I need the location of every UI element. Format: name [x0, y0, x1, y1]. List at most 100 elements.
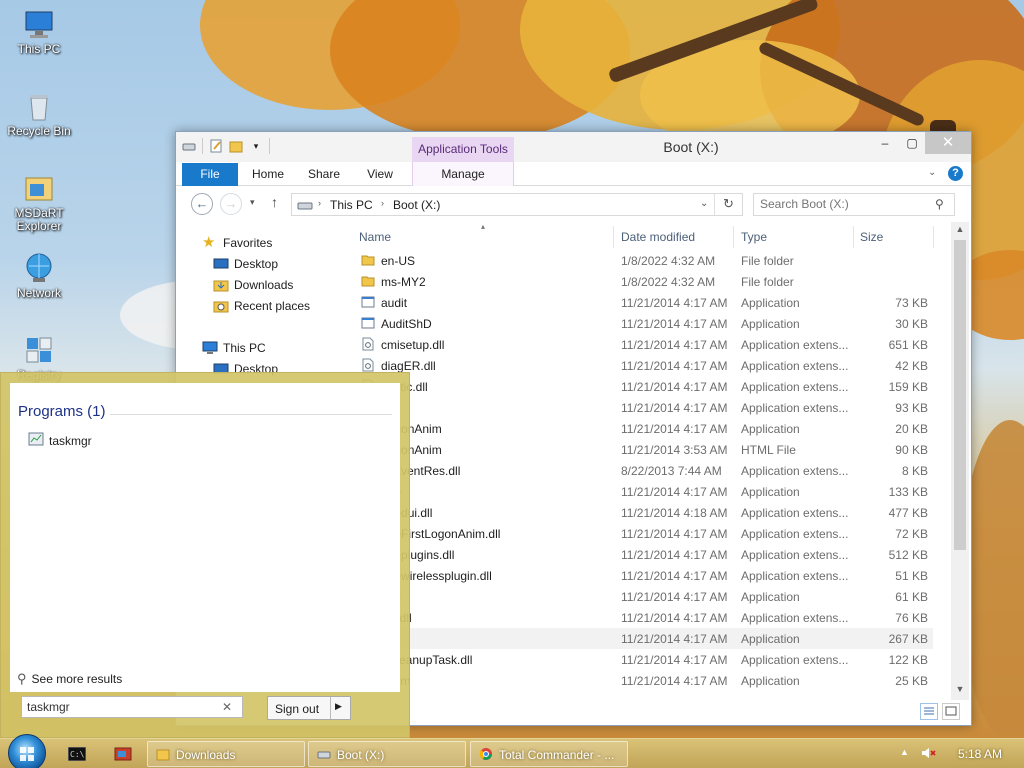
tab-share[interactable]: Share	[302, 163, 346, 186]
window-title: Boot (X:)	[663, 139, 719, 155]
address-bar[interactable]: › This PC › Boot (X:) ⌄ ↻	[291, 193, 743, 216]
properties-icon[interactable]	[209, 139, 223, 153]
scrollbar-thumb[interactable]	[954, 240, 966, 550]
nav-this-pc[interactable]: This PC	[202, 341, 266, 355]
search-input[interactable]	[760, 197, 930, 211]
file-type: File folder	[741, 254, 794, 268]
file-row[interactable]: obe11/21/2014 4:17 AMApplication133 KB	[353, 481, 933, 502]
msdart-taskbar-icon[interactable]	[114, 746, 132, 765]
shutdown-options-icon[interactable]: ▶	[335, 701, 342, 712]
taskbar-button-boot[interactable]: Boot (X:)	[308, 741, 466, 767]
file-row[interactable]: diagER.dll 11/21/2014 4:17 AM Application …	[353, 355, 933, 376]
file-row[interactable]: ibs.dll11/21/2014 4:17 AMApplication ext…	[353, 607, 933, 628]
recent-places-icon	[213, 299, 229, 313]
file-type: File folder	[741, 275, 794, 289]
column-header-size[interactable]: Size	[860, 230, 883, 248]
start-search-box[interactable]: ✕	[21, 696, 243, 718]
volume-muted-icon[interactable]	[921, 746, 937, 763]
desktop-icon-this-pc[interactable]: This PC	[1, 8, 77, 56]
breadcrumb-boot[interactable]: Boot (X:)	[393, 198, 440, 212]
file-row[interactable]: cmisetup.dll 11/21/2014 4:17 AM Applicatio…	[353, 334, 933, 355]
search-box[interactable]: ⚲	[753, 193, 955, 216]
command-prompt-icon[interactable]: C:\	[67, 746, 87, 764]
new-folder-icon[interactable]	[229, 139, 243, 153]
nav-item-recent-places[interactable]: Recent places	[213, 299, 310, 313]
close-button[interactable]: ✕	[925, 132, 971, 154]
tab-view[interactable]: View	[360, 163, 400, 186]
column-header-date[interactable]: Date modified	[621, 230, 695, 248]
file-row[interactable]: audit 11/21/2014 4:17 AM Application 73 KB	[353, 292, 933, 313]
desktop-icon-msdart[interactable]: MSDaRT Explorer	[1, 172, 77, 233]
clock[interactable]: 5:18 AM	[958, 747, 1002, 761]
recent-locations-icon[interactable]: ▾	[250, 197, 255, 208]
expand-ribbon-icon[interactable]: ⌄	[928, 167, 936, 178]
tab-home[interactable]: Home	[246, 163, 290, 186]
file-row[interactable]: nostic.dll11/21/2014 4:17 AMApplication …	[353, 376, 933, 397]
help-icon[interactable]: ?	[948, 166, 963, 181]
search-icon: ⚲	[17, 671, 27, 686]
desktop-icon-label: Recycle Bin	[7, 124, 71, 138]
address-row: ← → ▾ ↑ › This PC › Boot (X:) ⌄ ↻ ⚲	[176, 187, 971, 221]
start-button[interactable]	[8, 734, 46, 768]
ribbon-tabs: File Home Share View Manage ⌄ ?	[176, 162, 971, 186]
refresh-icon[interactable]: ↻	[723, 196, 734, 212]
details-view-button[interactable]	[920, 703, 938, 720]
file-row[interactable]: LogonAnim 11/21/2014 4:17 AM Application 20…	[353, 418, 933, 439]
drive-icon[interactable]	[182, 139, 196, 153]
file-date: 11/21/2014 4:17 AM	[621, 653, 728, 667]
file-row[interactable]: obeplugins.dll 11/21/2014 4:17 AM Applicat…	[353, 544, 933, 565]
file-size: 51 KB	[895, 569, 928, 583]
minimize-button[interactable]: ‒	[871, 132, 899, 154]
file-row[interactable]: obeFirstLogonAnim.dll 11/21/2014 4:17 AM A…	[353, 523, 933, 544]
large-icons-view-button[interactable]	[942, 703, 960, 720]
file-row[interactable]: dll11/21/2014 4:17 AMApplication extens.…	[353, 397, 933, 418]
column-header-name[interactable]: Name	[359, 230, 391, 248]
nav-favorites[interactable]: ★ Favorites	[202, 234, 272, 251]
file-row[interactable]: LogonAnim 11/21/2014 3:53 AM HTML File 90 K…	[353, 439, 933, 460]
sign-out-button[interactable]: Sign out ▶	[267, 696, 351, 720]
back-button[interactable]: ←	[191, 193, 213, 215]
desktop-icon-recycle-bin[interactable]: Recycle Bin	[1, 90, 77, 138]
file-row[interactable]: obewirelessplugin.dll 11/21/2014 4:17 AM A…	[353, 565, 933, 586]
breadcrumb-separator: ›	[318, 198, 321, 208]
chevron-down-icon[interactable]: ▾	[249, 139, 263, 153]
file-row[interactable]: ellEventRes.dll 8/22/2013 7:44 AM Applicat…	[353, 460, 933, 481]
scroll-down-icon[interactable]: ▼	[951, 684, 969, 694]
file-row[interactable]: obedui.dll11/21/2014 4:18 AMApplication …	[353, 502, 933, 523]
file-size: 61 KB	[895, 590, 928, 604]
forward-button[interactable]: →	[220, 193, 242, 215]
column-header-type[interactable]: Type	[741, 230, 767, 248]
taskbar-button-downloads[interactable]: Downloads	[147, 741, 305, 767]
file-type: Application extens...	[741, 653, 849, 667]
vertical-scrollbar[interactable]: ▲ ▼	[951, 222, 969, 700]
start-search-input[interactable]	[27, 700, 207, 714]
nav-item-desktop[interactable]: Desktop	[213, 257, 278, 271]
address-dropdown-icon[interactable]: ⌄	[700, 198, 708, 209]
program-result-taskmgr[interactable]: taskmgr	[28, 432, 92, 449]
nav-item-downloads[interactable]: Downloads	[213, 278, 293, 292]
file-row[interactable]: p11/21/2014 4:17 AMApplication267 KB	[353, 628, 933, 649]
file-size: 30 KB	[895, 317, 928, 331]
file-row[interactable]: psqm11/21/2014 4:17 AMApplication25 KB	[353, 670, 933, 691]
file-row[interactable]: AuditShD 11/21/2014 4:17 AM Application 30 …	[353, 313, 933, 334]
up-button[interactable]: ↑	[271, 194, 278, 210]
tab-file[interactable]: File	[182, 163, 238, 186]
file-row[interactable]: en-US 1/8/2022 4:32 AM File folder	[353, 250, 933, 271]
search-icon[interactable]: ⚲	[935, 197, 944, 211]
msdart-icon	[23, 172, 55, 204]
file-row[interactable]: pCleanupTask.dll 11/21/2014 4:17 AM Applic…	[353, 649, 933, 670]
scroll-up-icon[interactable]: ▲	[951, 224, 969, 234]
file-date: 11/21/2014 4:17 AM	[621, 317, 728, 331]
tab-manage[interactable]: Manage	[412, 163, 514, 186]
taskbar-button-total-commander[interactable]: Total Commander - ...	[470, 741, 628, 767]
star-icon: ★	[202, 234, 216, 251]
maximize-button[interactable]: ▢	[898, 132, 926, 154]
file-size: 477 KB	[888, 506, 928, 520]
file-row[interactable]: ms-MY2 1/8/2022 4:32 AM File folder	[353, 271, 933, 292]
show-hidden-icons-icon[interactable]: ▲	[900, 747, 909, 757]
desktop-icon-network[interactable]: Network	[1, 252, 77, 300]
file-row[interactable]: eldr11/21/2014 4:17 AMApplication61 KB	[353, 586, 933, 607]
see-more-results-link[interactable]: ⚲ See more results	[17, 671, 122, 687]
clear-search-icon[interactable]: ✕	[222, 700, 232, 714]
breadcrumb-this-pc[interactable]: This PC	[330, 198, 373, 212]
